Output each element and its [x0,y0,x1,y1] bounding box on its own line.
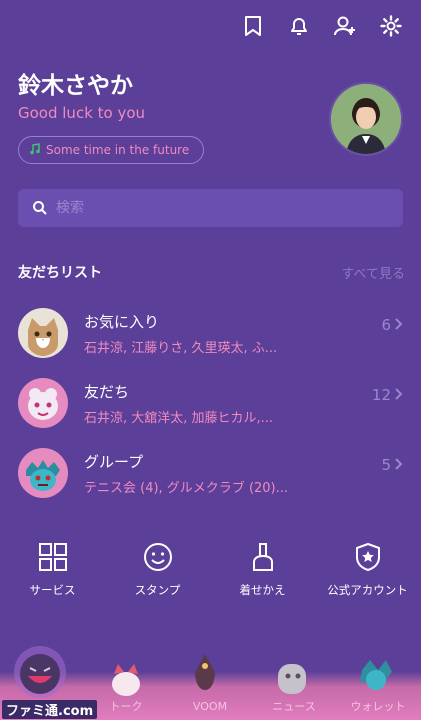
search-input[interactable] [54,199,378,217]
nav-wallet[interactable]: ウォレット [336,694,420,720]
sticker-button[interactable]: スタンプ [105,540,210,598]
row-count: 12 [372,386,403,404]
list-item-friends[interactable]: 友だち 石井涼, 大舘洋太, 加藤ヒカル,... 12 [18,368,405,438]
row-subtitle: 石井涼, 大舘洋太, 加藤ヒカル,... [84,410,274,426]
search-icon [32,200,48,216]
theme-button[interactable]: 着せかえ [210,540,315,598]
row-title: 友だち [84,382,130,401]
cat-avatar [18,308,68,358]
theme-label: 着せかえ [239,583,286,597]
music-note-icon [29,142,41,158]
add-friend-icon[interactable] [333,14,357,38]
profile-name[interactable]: 鈴木さやか [18,66,133,100]
row-subtitle: テニス会 (4), グルメクラブ (20)... [84,480,289,496]
service-shortcuts: サービス スタンプ 着せかえ 公式アカウント [0,540,421,598]
music-title: Some time in the future [46,143,190,157]
friends-list: お気に入り 石井涼, 江藤りさ, 久里瑛太, ふ... 6 友だち 石井涼, 大… [18,298,405,508]
list-item-favorites[interactable]: お気に入り 石井涼, 江藤りさ, 久里瑛太, ふ... 6 [18,298,405,368]
see-all-link[interactable]: すべて見る [341,263,405,282]
friends-section-title: 友だちリスト [18,265,102,281]
status-message[interactable]: Good luck to you [18,104,145,122]
bell-icon[interactable] [287,14,311,38]
search-bar[interactable] [18,189,403,227]
count-value: 5 [381,456,391,474]
profile-avatar[interactable] [329,82,403,156]
watermark: ファミ通.com [2,700,98,719]
gear-icon[interactable] [379,14,403,38]
chevron-right-icon [395,386,403,404]
pokemon-group-avatar [18,448,68,498]
row-subtitle: 石井涼, 江藤りさ, 久里瑛太, ふ... [84,340,278,356]
profile-music-pill[interactable]: Some time in the future [18,136,205,164]
friends-section-header: 友だちリスト すべて見る [18,262,405,282]
bookmark-icon[interactable] [241,14,265,38]
pokemon-avatar [18,378,68,428]
sticker-label: スタンプ [134,583,181,597]
service-label: サービス [29,583,76,597]
smile-icon [141,540,175,574]
official-account-button[interactable]: 公式アカウント [315,540,420,598]
official-badge-icon [351,540,385,574]
row-title: お気に入り [84,312,160,331]
grid-icon [36,540,70,574]
top-toolbar [241,14,403,38]
row-count: 5 [381,456,403,474]
row-count: 6 [381,316,403,334]
count-value: 6 [381,316,391,334]
official-account-label: 公式アカウント [327,583,408,597]
nav-news[interactable]: ニュース [252,694,336,720]
brush-icon [246,540,280,574]
chevron-right-icon [395,456,403,474]
service-button[interactable]: サービス [0,540,105,598]
chevron-right-icon [395,316,403,334]
nav-voom[interactable]: VOOM [168,694,252,720]
bottom-navigation-area: トーク VOOM ニュース ウォレット ファミ通.com [0,632,421,720]
list-item-groups[interactable]: グループ テニス会 (4), グルメクラブ (20)... 5 [18,438,405,508]
row-title: グループ [84,452,144,471]
count-value: 12 [371,386,391,404]
